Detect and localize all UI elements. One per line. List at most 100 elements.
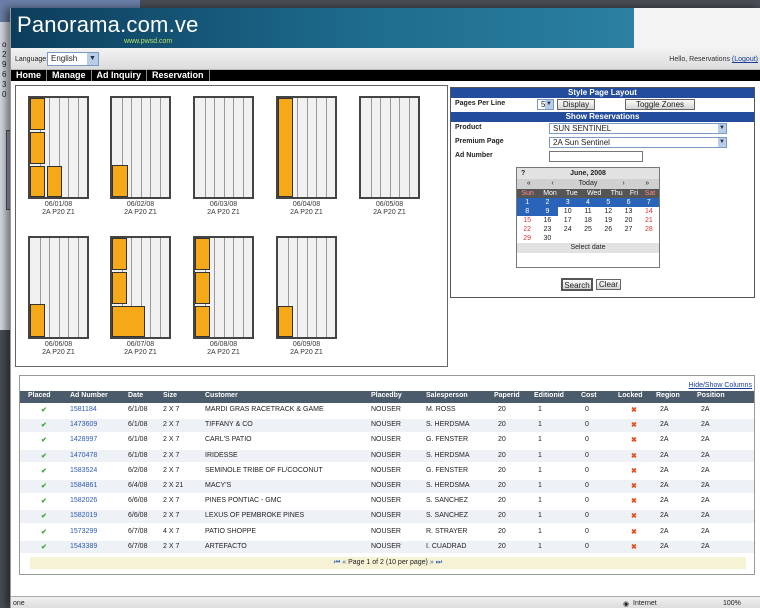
column-header[interactable]: Salesperson xyxy=(426,392,468,399)
calendar-day-cell[interactable]: 16 xyxy=(537,216,557,225)
column-header[interactable]: Date xyxy=(128,392,143,399)
ad-block[interactable] xyxy=(195,306,210,337)
prev-page-icon[interactable]: « xyxy=(342,559,346,566)
ad-block[interactable] xyxy=(195,238,210,270)
last-page-icon[interactable]: ⏭ xyxy=(436,559,442,566)
ad-block[interactable] xyxy=(112,238,127,270)
today-button[interactable]: Today xyxy=(564,179,611,189)
ad-block[interactable] xyxy=(112,272,127,304)
ad-block[interactable] xyxy=(278,98,293,197)
column-header[interactable]: Locked xyxy=(618,392,643,399)
ad-number-link[interactable]: 1581184 xyxy=(70,406,97,413)
page-thumbnail[interactable] xyxy=(276,96,337,199)
table-row[interactable]: ✔ 1428997 6/1/08 2 X 7 CARL'S PATIO NOUSER G. … xyxy=(20,434,754,447)
pages-per-line-select[interactable]: 5 ▼ xyxy=(537,99,554,110)
calendar-day-cell[interactable]: 3 xyxy=(557,198,578,207)
ad-number-link[interactable]: 1428997 xyxy=(70,436,97,443)
calendar-day-cell[interactable]: 4 xyxy=(577,198,599,207)
ad-block[interactable] xyxy=(112,165,128,197)
ad-number-link[interactable]: 1543389 xyxy=(70,543,97,550)
ad-block[interactable] xyxy=(30,132,45,164)
product-select[interactable]: SUN SENTINEL ▼ xyxy=(549,123,727,134)
ad-number-input[interactable] xyxy=(549,151,643,162)
page-thumbnail[interactable] xyxy=(276,236,337,339)
calendar-day-cell[interactable]: 8 xyxy=(517,207,538,216)
menu-home[interactable]: Home xyxy=(11,70,48,81)
table-row[interactable]: ✔ 1470478 6/1/08 2 X 7 IRIDESSE NOUSER S. HERD… xyxy=(20,449,754,463)
page-thumbnail[interactable] xyxy=(193,236,254,339)
calendar-day-cell[interactable]: 1 xyxy=(517,198,538,207)
table-row[interactable]: ✔ 1582026 6/6/08 2 X 7 PINES PONTIAC - GMC NO… xyxy=(20,495,754,508)
column-header[interactable]: Editionid xyxy=(534,392,564,399)
calendar-day-cell[interactable]: 12 xyxy=(598,207,618,216)
calendar-day-cell[interactable]: 20 xyxy=(618,216,638,225)
site-logo[interactable]: Panorama.com.ve xyxy=(17,12,199,38)
page-thumbnail[interactable] xyxy=(359,96,420,199)
logout-link[interactable]: (Logout) xyxy=(732,56,758,63)
column-header[interactable]: Position xyxy=(697,392,725,399)
table-row[interactable]: ✔ 1473609 6/1/08 2 X 7 TIFFANY & CO NOUSER S. … xyxy=(20,419,754,432)
calendar-day-cell[interactable]: 26 xyxy=(598,225,618,234)
language-select[interactable]: English ▼ xyxy=(47,52,99,66)
ad-number-link[interactable]: 1584861 xyxy=(70,482,97,489)
calendar-day-cell[interactable]: 27 xyxy=(618,225,638,234)
menu-manage[interactable]: Manage xyxy=(47,70,92,81)
calendar-day-cell[interactable]: 18 xyxy=(578,216,598,225)
calendar-day-cell[interactable]: 14 xyxy=(639,207,659,216)
display-button[interactable]: Display xyxy=(557,99,595,110)
calendar-day-cell[interactable]: 28 xyxy=(639,225,659,234)
ad-block[interactable] xyxy=(195,272,210,304)
ad-block[interactable] xyxy=(30,304,45,337)
calendar-day-cell[interactable]: 29 xyxy=(517,234,537,243)
next-year-button[interactable]: » xyxy=(635,179,659,189)
column-header[interactable]: Placed xyxy=(28,392,51,399)
calendar-day-cell[interactable]: 2 xyxy=(537,198,558,207)
calendar-day-cell[interactable]: 21 xyxy=(639,216,659,225)
ad-number-link[interactable]: 1582019 xyxy=(70,512,97,519)
prev-month-button[interactable]: ‹ xyxy=(541,179,565,189)
page-thumbnail[interactable] xyxy=(110,236,171,339)
calendar-day-cell[interactable]: 25 xyxy=(578,225,598,234)
table-row[interactable]: ✔ 1583524 6/2/08 2 X 7 SEMINOLE TRIBE OF FL/… xyxy=(20,464,754,478)
table-row[interactable]: ✔ 1543389 6/7/08 2 X 7 ARTEFACTO NOUSER I. CUA… xyxy=(20,540,754,554)
toggle-zones-button[interactable]: Toggle Zones xyxy=(625,99,695,110)
column-header[interactable]: Cost xyxy=(581,392,597,399)
calendar-day-cell[interactable]: 19 xyxy=(598,216,618,225)
calendar-day-cell[interactable]: 24 xyxy=(558,225,578,234)
table-row[interactable]: ✔ 1584861 6/4/08 2 X 21 MACY'S NOUSER S. HERDS… xyxy=(20,480,754,493)
ad-block[interactable] xyxy=(30,98,45,130)
calendar-day-cell[interactable]: 7 xyxy=(638,198,659,207)
calendar-day-cell[interactable]: 30 xyxy=(537,234,557,243)
menu-reservation[interactable]: Reservation xyxy=(147,70,210,81)
ad-number-link[interactable]: 1473609 xyxy=(70,421,97,428)
menu-ad-inquiry[interactable]: Ad Inquiry xyxy=(92,70,148,81)
next-month-button[interactable]: › xyxy=(612,179,636,189)
clear-button[interactable]: Clear xyxy=(596,279,621,290)
calendar-day-cell[interactable]: 23 xyxy=(537,225,557,234)
ad-block[interactable] xyxy=(47,166,62,197)
column-header[interactable]: Ad Number xyxy=(70,392,108,399)
calendar-day-cell[interactable]: 17 xyxy=(558,216,578,225)
calendar-day-cell[interactable]: 6 xyxy=(618,198,639,207)
search-button[interactable]: Search xyxy=(561,278,593,291)
ad-number-link[interactable]: 1470478 xyxy=(70,452,97,459)
column-header[interactable]: Region xyxy=(656,392,680,399)
column-header[interactable]: Customer xyxy=(205,392,238,399)
calendar-day-cell[interactable]: 11 xyxy=(578,207,598,216)
calendar-day-cell[interactable]: 22 xyxy=(517,225,537,234)
page-thumbnail[interactable] xyxy=(28,236,89,339)
calendar-day-cell[interactable]: 13 xyxy=(618,207,638,216)
ad-number-link[interactable]: 1583524 xyxy=(70,467,97,474)
first-page-icon[interactable]: ⏮ xyxy=(334,559,340,566)
ad-block[interactable] xyxy=(278,306,293,337)
ad-block[interactable] xyxy=(30,166,45,197)
ad-number-link[interactable]: 1582026 xyxy=(70,497,97,504)
ad-number-link[interactable]: 1573299 xyxy=(70,528,97,535)
column-header[interactable]: Size xyxy=(163,392,177,399)
ad-block[interactable] xyxy=(112,306,145,337)
calendar-help-icon[interactable]: ? xyxy=(521,168,525,179)
next-page-icon[interactable]: » xyxy=(430,559,434,566)
page-thumbnail[interactable] xyxy=(110,96,171,199)
hide-show-columns-link[interactable]: Hide/Show Columns xyxy=(689,382,752,389)
table-row[interactable]: ✔ 1581184 6/1/08 2 X 7 MARDI GRAS RACETRACK … xyxy=(20,404,754,417)
